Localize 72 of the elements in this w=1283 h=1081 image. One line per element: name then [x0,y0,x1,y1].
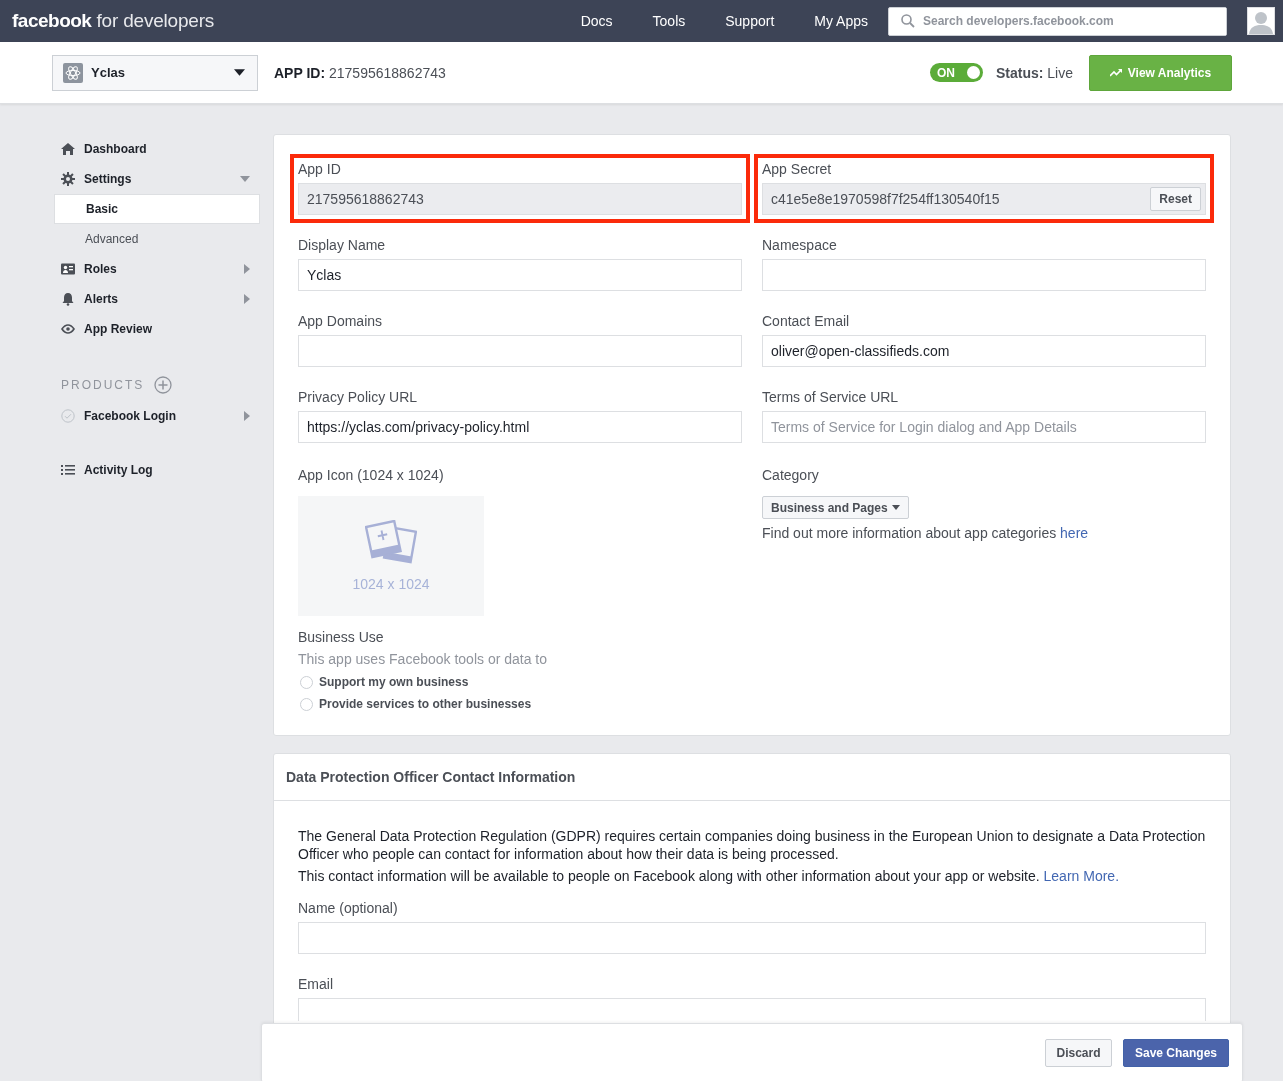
input-field[interactable] [298,922,1206,954]
field-hint: This app uses Facebook tools or data to [298,651,549,667]
radio-button[interactable] [300,697,313,711]
atom-icon [63,62,83,83]
caret-icon [891,505,900,510]
input-field[interactable]: Terms of Service for Login dialog and App Details [762,411,1206,443]
field-label: Terms of Service URL [762,390,900,405]
field-label: Display Name [298,238,387,253]
trend-icon [1109,68,1122,77]
info-text: Find out more information about app categories here [762,525,1090,541]
radio-button[interactable] [300,675,313,689]
field-label: Email [298,977,334,992]
eye-icon [61,322,75,336]
field-label: App Icon (1024 x 1024) [298,468,445,483]
app-secret-field[interactable]: c41e5e8e1970598f7f254ff130540f15 Reset [762,183,1206,215]
field-label: Name (optional) [298,901,399,916]
bell-icon [61,292,75,306]
id-card-icon [61,262,75,276]
section-heading: PRODUCTS [61,378,145,392]
reset-button[interactable]: Reset [1150,187,1201,211]
nav-link[interactable]: Docs [560,13,633,29]
app-id-text: APP ID: 217595618862743 [274,64,446,81]
home-icon [61,142,75,156]
status-text: Status: Live [995,64,1073,81]
nav-link[interactable]: Support [705,13,795,29]
list-icon [61,463,75,477]
input-field[interactable]: oliver@open-classifieds.com [762,335,1206,367]
sidebar-item[interactable]: Facebook Login [54,401,260,431]
input-field[interactable]: Yclas [298,259,742,291]
discard-button[interactable]: Discard [1045,1039,1112,1067]
card-title: Data Protection Officer Contact Information [286,769,576,785]
sidebar-item[interactable]: Dashboard [54,134,260,164]
sidebar-item[interactable]: Basic [54,194,260,224]
search-icon [901,14,915,28]
radio-label: Provide services to other businesses [319,697,532,711]
logo[interactable]: facebook for developers [12,10,215,32]
field-label: Contact Email [762,314,851,329]
app-selector[interactable]: Yclas [52,54,258,91]
caret-icon [234,69,245,76]
radio-label: Support my own business [319,675,469,689]
icon-size-hint: 1024 x 1024 [352,576,430,592]
input-field[interactable] [762,259,1206,291]
input-field[interactable] [298,998,1206,1021]
field-label: Privacy Policy URL [298,390,419,405]
nav-link[interactable]: Tools [632,13,706,29]
field-label: Business Use [298,630,385,645]
search-box[interactable]: Search developers.facebook.com [888,6,1227,36]
add-icon[interactable] [154,376,173,394]
input-field[interactable]: 217595618862743 [298,183,742,215]
input-field[interactable]: https://yclas.com/privacy-policy.html [298,411,742,443]
check-circle-icon [61,409,75,423]
learn-more-link[interactable]: Learn More. [1043,868,1120,884]
search-field[interactable]: Search developers.facebook.com [923,7,1226,35]
contact-note: This contact information will be available to people on Facebook along with other information about your app or website. Learn More. [298,867,1121,885]
field-label: App Domains [298,314,384,329]
save-changes-button[interactable]: Save Changes [1123,1039,1229,1067]
category-dropdown[interactable]: Business and Pages [762,496,909,519]
sidebar-item[interactable]: Roles [54,254,260,284]
sidebar-item[interactable]: Advanced [54,224,260,254]
field-label: Namespace [762,238,838,253]
sidebar-item[interactable]: Activity Log [54,455,260,485]
sidebar-item[interactable]: Alerts [54,284,260,314]
link[interactable]: here [1060,525,1089,541]
sidebar-item[interactable]: App Review [54,314,260,344]
settings-icon [61,172,75,186]
field-label: Category [762,468,820,483]
gdpr-paragraph: The General Data Protection Regulation (GDPR) requires certain companies doing business in the European Union to designate a Data Protection Officer who people can contact for information about how their data is being processed. [298,827,1206,863]
sidebar-item[interactable]: Settings [54,164,260,194]
field-label: App ID [298,162,342,177]
input-field[interactable] [298,335,742,367]
nav-link[interactable]: My Apps [794,13,888,29]
field-label: App Secret [762,162,833,177]
